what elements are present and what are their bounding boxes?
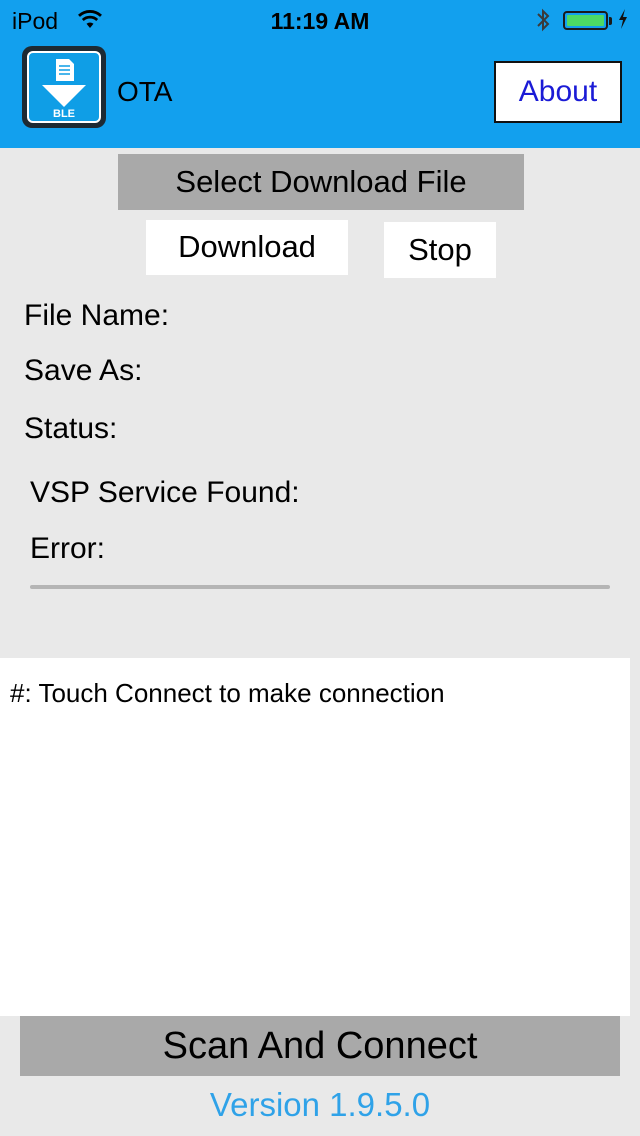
status-bar: iPod 11:19 AM <box>0 0 640 40</box>
bluetooth-icon <box>537 8 550 32</box>
about-button[interactable]: About <box>494 61 622 123</box>
file-name-label: File Name: <box>24 299 170 332</box>
charging-bolt-icon <box>619 9 627 29</box>
battery-level <box>567 15 604 26</box>
log-text-area[interactable]: #: Touch Connect to make connection <box>0 658 630 1016</box>
download-button[interactable]: Download <box>146 220 348 275</box>
download-progress-bar <box>30 585 610 589</box>
error-label: Error: <box>30 532 105 565</box>
battery-cap <box>609 17 612 25</box>
log-message: #: Touch Connect to make connection <box>10 678 445 708</box>
stop-button[interactable]: Stop <box>384 222 496 278</box>
app-title: OTA <box>117 76 173 107</box>
save-as-label: Save As: <box>24 354 143 387</box>
app-logo: BLE <box>22 46 106 128</box>
scan-and-connect-button[interactable]: Scan And Connect <box>20 1016 620 1076</box>
download-document-icon: BLE <box>42 59 86 120</box>
status-label: Status: <box>24 412 118 445</box>
vsp-service-label: VSP Service Found: <box>30 476 300 509</box>
screen: iPod 11:19 AM BLE OTA About Select Downl… <box>0 0 640 1136</box>
select-download-file-button[interactable]: Select Download File <box>118 154 524 210</box>
app-logo-badge: BLE <box>27 51 101 123</box>
logo-text: BLE <box>53 108 75 120</box>
battery-icon <box>563 11 608 30</box>
version-label: Version 1.9.5.0 <box>209 1086 431 1123</box>
